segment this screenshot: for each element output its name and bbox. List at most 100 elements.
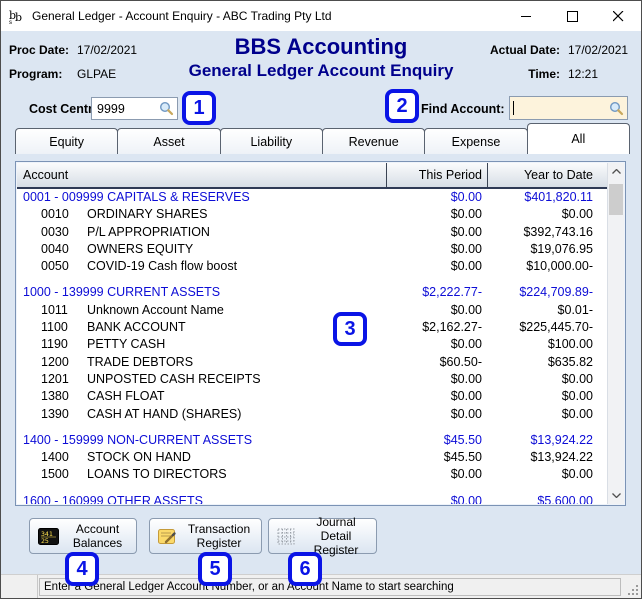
cost-centre-input[interactable]: 9999 — [91, 97, 178, 120]
this-period-cell: $0.00 — [450, 241, 482, 256]
table-row[interactable]: 1201 UNPOSTED CASH RECEIPTS $0.00 $0.00 — [17, 371, 607, 388]
transaction-register-label: Transaction Register — [187, 522, 251, 550]
account-code: 1200 — [41, 354, 69, 369]
tab-liability[interactable]: Liability — [219, 128, 323, 154]
account-code: 0030 — [41, 224, 69, 239]
account-balances-button[interactable]: 341 25 Account Balances — [29, 518, 137, 554]
title-bar: b b s General Ledger - Account Enquiry -… — [1, 1, 641, 31]
table-row[interactable]: 0001 - 009999 CAPITALS & RESERVES $0.00 $4… — [17, 189, 607, 206]
resize-grip-icon[interactable] — [627, 584, 639, 596]
maximize-button[interactable] — [549, 1, 595, 31]
svg-text:s: s — [9, 19, 12, 25]
account-code: 0040 — [41, 241, 69, 256]
account-cell: 0010 ORDINARY SHARES — [17, 206, 386, 223]
close-button[interactable] — [595, 1, 641, 31]
column-header-year-to-date[interactable]: Year to Date — [487, 163, 607, 187]
scrollbar-thumb[interactable] — [609, 184, 623, 215]
table-row[interactable]: 0050 COVID-19 Cash flow boost $0.00 $10,000… — [17, 258, 607, 275]
time-label: Time: — [528, 67, 560, 81]
table-row[interactable]: 1011 Unknown Account Name $0.00 $0.01- — [17, 302, 607, 319]
table-row[interactable]: 1390 CASH AT HAND (SHARES) $0.00 $0.00 — [17, 406, 607, 423]
account-cell: 0050 COVID-19 Cash flow boost — [17, 258, 386, 275]
cost-centre-value: 9999 — [97, 101, 125, 116]
journal-detail-register-button[interactable]: Journal Detail Register — [268, 515, 377, 557]
account-cell: 1600 - 160999 OTHER ASSETS — [23, 493, 203, 504]
search-icon[interactable] — [609, 101, 624, 116]
account-cell: 0030 P/L APPROPRIATION — [17, 224, 386, 241]
time-value: 12:21 — [568, 67, 599, 81]
account-name: COVID-19 Cash flow boost — [87, 259, 238, 274]
account-cell: 1201 UNPOSTED CASH RECEIPTS — [17, 371, 386, 388]
account-code: 1400 — [41, 450, 69, 465]
table-header: Account This Period Year to Date — [17, 163, 607, 189]
this-period-cell: $0.00 — [450, 467, 482, 482]
account-name: BANK ACCOUNT — [87, 320, 186, 335]
table-row[interactable]: 0030 P/L APPROPRIATION $0.00 $392,743.16 — [17, 224, 607, 241]
transaction-register-button[interactable]: Transaction Register — [149, 518, 262, 554]
account-name: STOCK ON HAND — [87, 450, 191, 465]
tab-all[interactable]: All — [526, 123, 630, 154]
account-cell: 1380 CASH FLOAT — [17, 388, 386, 405]
year-to-date-cell: $635.82 — [547, 354, 593, 369]
table-row[interactable]: 1200 TRADE DEBTORS $60.50- $635.82 — [17, 354, 607, 371]
tab-expense[interactable]: Expense — [424, 128, 528, 154]
app-window: b b s General Ledger - Account Enquiry -… — [0, 0, 642, 599]
scroll-up-button[interactable] — [608, 163, 624, 180]
account-cell: 0040 OWNERS EQUITY — [17, 241, 386, 258]
dotted-grid-icon — [277, 528, 295, 544]
year-to-date-cell: $0.00 — [561, 389, 593, 404]
this-period-cell: $45.50 — [443, 450, 482, 465]
account-code: 1500 — [41, 467, 69, 482]
table-row[interactable]: 1600 - 160999 OTHER ASSETS $0.00 $5,600.00 — [17, 493, 607, 504]
this-period-cell: $0.00 — [450, 302, 482, 317]
chevron-up-icon — [611, 169, 621, 174]
vertical-scrollbar[interactable] — [607, 163, 624, 504]
window-title: General Ledger - Account Enquiry - ABC T… — [32, 9, 332, 23]
annotation-box-2: 2 — [385, 89, 419, 123]
table-row[interactable]: 1380 CASH FLOAT $0.00 $0.00 — [17, 388, 607, 405]
account-code: 1380 — [41, 389, 69, 404]
account-name: PETTY CASH — [87, 337, 166, 352]
account-cell: 1200 TRADE DEBTORS — [17, 354, 386, 371]
this-period-cell: $0.00 — [450, 406, 482, 421]
table-row[interactable]: 0010 ORDINARY SHARES $0.00 $0.00 — [17, 206, 607, 223]
table-row[interactable]: 1500 LOANS TO DIRECTORS $0.00 $0.00 — [17, 466, 607, 483]
scroll-down-button[interactable] — [608, 487, 624, 504]
find-account-input[interactable] — [509, 96, 628, 120]
this-period-cell: $0.00 — [450, 371, 482, 386]
table-row[interactable]: 1190 PETTY CASH $0.00 $100.00 — [17, 336, 607, 353]
chevron-down-icon — [611, 493, 621, 498]
account-name: OWNERS EQUITY — [87, 241, 194, 256]
actual-date-label: Actual Date: — [489, 43, 560, 57]
account-cell: 1400 STOCK ON HAND — [17, 449, 386, 466]
tab-equity[interactable]: Equity — [15, 128, 119, 154]
account-code: 1190 — [41, 337, 68, 352]
account-cell: 1500 LOANS TO DIRECTORS — [17, 466, 386, 483]
journal-detail-register-label: Journal Detail Register — [313, 515, 359, 557]
column-header-account[interactable]: Account — [17, 163, 386, 187]
tab-asset[interactable]: Asset — [117, 128, 221, 154]
column-header-this-period[interactable]: This Period — [386, 163, 487, 187]
year-to-date-cell: $19,076.95 — [530, 241, 593, 256]
year-to-date-cell: $0.01- — [557, 302, 593, 317]
table-row[interactable]: 1000 - 139999 CURRENT ASSETS $2,222.77- $2… — [17, 284, 607, 301]
year-to-date-cell: $0.00 — [561, 207, 593, 222]
account-name: LOANS TO DIRECTORS — [87, 467, 227, 482]
svg-text:b: b — [15, 11, 22, 24]
year-to-date-cell: $224,709.89- — [519, 285, 593, 300]
table-row[interactable]: 0040 OWNERS EQUITY $0.00 $19,076.95 — [17, 241, 607, 258]
year-to-date-cell: $0.00 — [561, 371, 593, 386]
account-cell: 1011 Unknown Account Name — [17, 302, 386, 319]
this-period-cell: $2,222.77- — [422, 285, 482, 300]
account-code: 0010 — [41, 207, 69, 222]
table-row[interactable]: 1400 - 159999 NON-CURRENT ASSETS $45.50 $1… — [17, 432, 607, 449]
tab-revenue[interactable]: Revenue — [321, 128, 426, 154]
account-name: TRADE DEBTORS — [87, 354, 194, 369]
account-code: 0050 — [41, 259, 69, 274]
table-row[interactable]: 1100 BANK ACCOUNT $2,162.27- $225,445.70- — [17, 319, 607, 336]
search-icon[interactable] — [159, 101, 174, 116]
table-row[interactable]: 1400 STOCK ON HAND $45.50 $13,924.22 — [17, 449, 607, 466]
year-to-date-cell: $100.00 — [547, 337, 593, 352]
minimize-button[interactable] — [503, 1, 549, 31]
status-bar-divider — [37, 575, 38, 598]
